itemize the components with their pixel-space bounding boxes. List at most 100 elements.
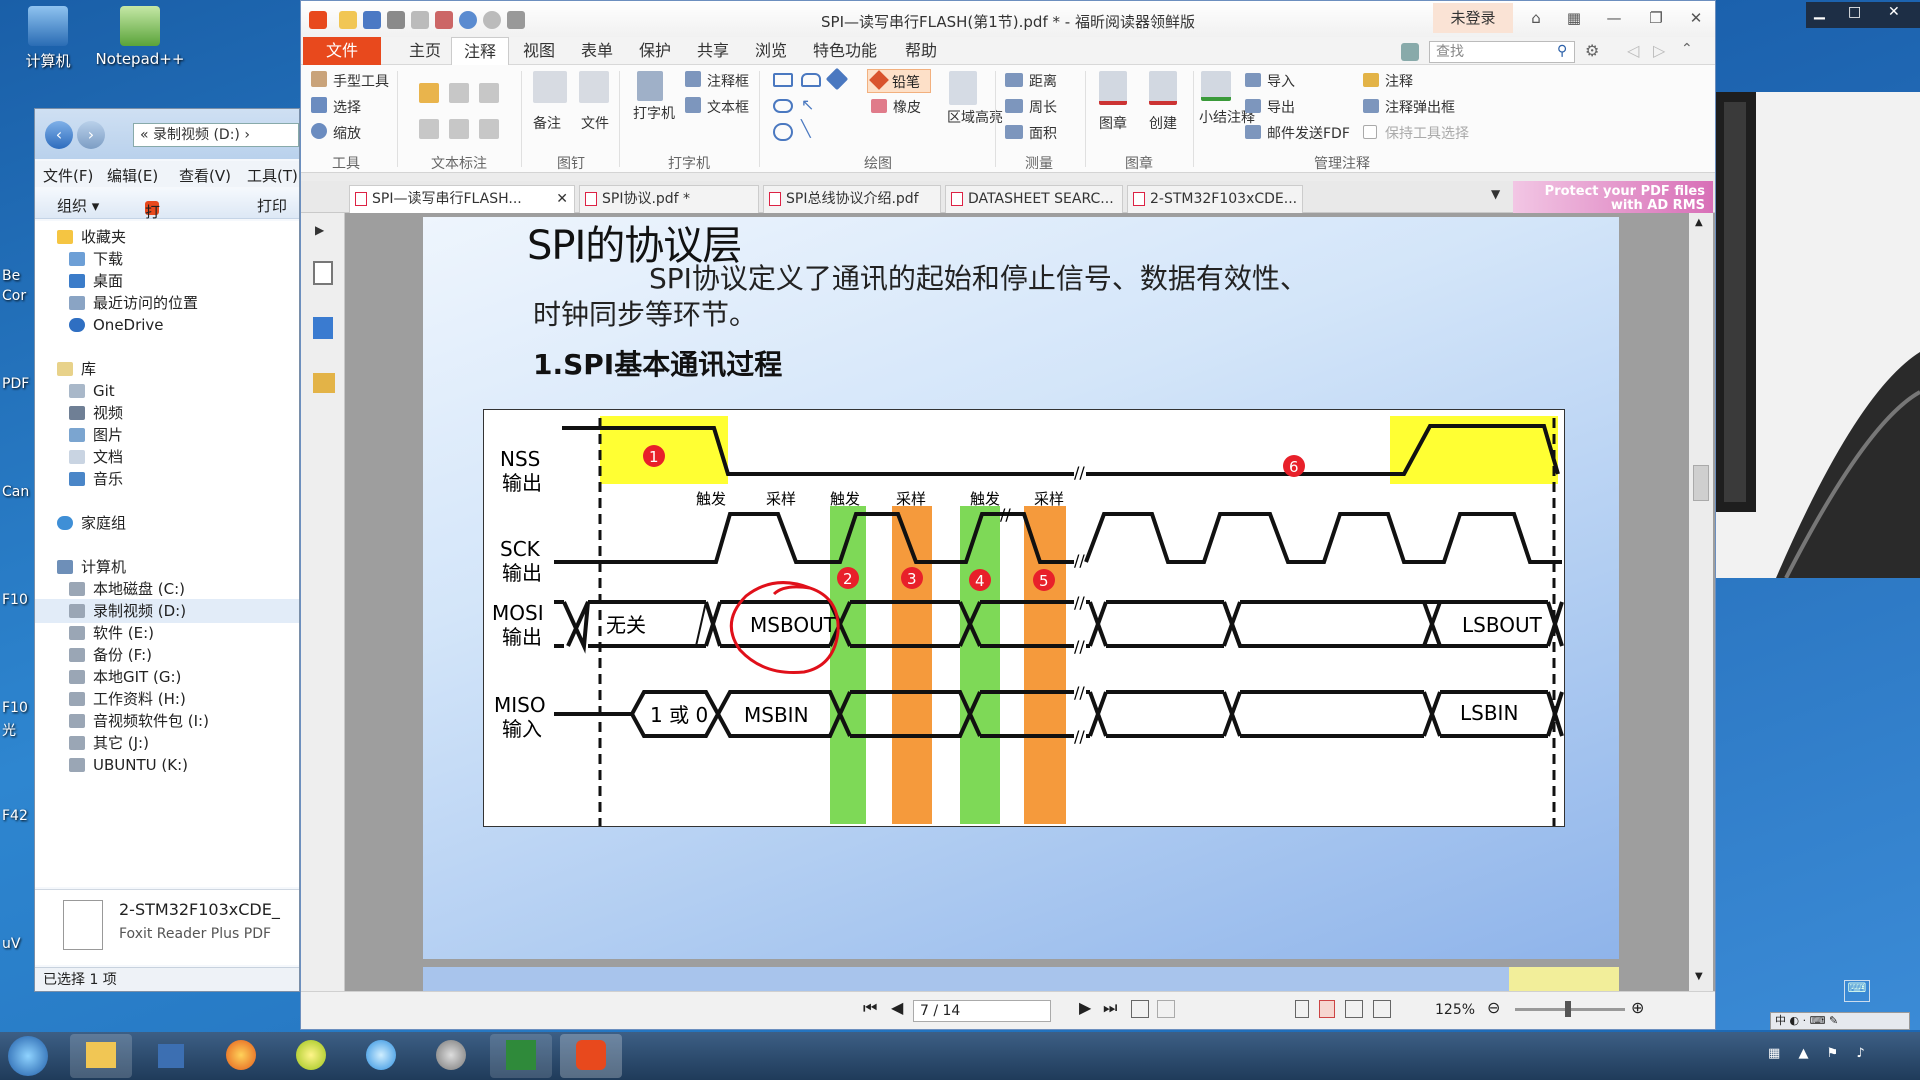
tree-item-drive-e[interactable]: 软件 (E:) [35,621,299,645]
address-bar[interactable]: « 录制视频 (D:) › [133,123,299,147]
keep-tool-checkbox[interactable] [1363,125,1377,139]
replace-text-icon[interactable] [449,119,469,139]
taskbar-app-blue[interactable] [350,1034,412,1078]
menu-edit[interactable]: 编辑(E) [107,165,158,186]
zoom-out-icon[interactable]: ⊖ [1487,998,1500,1017]
search-input[interactable]: 查找 [1429,41,1575,63]
facing-page-icon[interactable] [1345,1000,1363,1018]
tree-item-drive-f[interactable]: 备份 (F:) [35,643,299,667]
zoom-slider-thumb[interactable] [1565,1001,1571,1017]
forward-icon[interactable]: › [77,121,105,149]
single-page-icon[interactable] [1295,1000,1309,1018]
tree-item-desktop[interactable]: 桌面 [35,269,299,293]
page-number-field[interactable]: 7 / 14 [913,1000,1051,1022]
import-button[interactable]: 导入 [1267,71,1295,91]
prev-page-icon[interactable]: ◀ [891,998,903,1017]
squiggly-icon[interactable] [419,119,439,139]
first-page-icon[interactable]: ⏮ [863,998,877,1018]
tab-file[interactable]: 文件 [303,37,381,65]
taskbar-explorer[interactable] [70,1034,132,1078]
taskbar-camtasia[interactable] [490,1034,552,1078]
distance-button[interactable]: 距离 [1029,71,1057,91]
desktop-icon-computer[interactable]: 计算机 [0,6,96,71]
zoom-level[interactable]: 125% [1435,1002,1475,1018]
tree-item-drive-j[interactable]: 其它 (J:) [35,731,299,755]
tree-item-drive-i[interactable]: 音视频软件包 (I:) [35,709,299,733]
taskbar-powershell[interactable] [140,1034,202,1078]
continuous-facing-icon[interactable] [1373,1000,1391,1018]
tab-view[interactable]: 视图 [511,37,567,65]
comments-panel-icon[interactable] [313,373,335,393]
line-icon[interactable]: ╲ [801,121,817,137]
restore-icon[interactable]: ❐ [1641,7,1671,29]
zoom-in-icon[interactable]: ⊕ [1631,998,1644,1017]
tab-form[interactable]: 表单 [569,37,625,65]
minimize-icon[interactable]: — [1599,7,1629,29]
back-icon[interactable]: ‹ [45,121,73,149]
pencil-button[interactable]: 铅笔 [867,69,931,93]
tree-item-drive-k[interactable]: UBUNTU (K:) [35,753,299,777]
callout-button[interactable]: 注释框 [707,71,749,91]
search-icon[interactable]: ⚲ [1557,43,1567,59]
tab-comment[interactable]: 注释 [451,37,510,65]
close-icon[interactable]: ✕ [1681,7,1711,29]
bookmark-panel-icon[interactable] [313,261,333,285]
desktop-icon-notepadpp[interactable]: Notepad++ [92,6,188,68]
doc-tab-stm32[interactable]: 2-STM32F103xCDE... [1127,185,1303,213]
oval-icon[interactable] [773,99,793,113]
tab-browse[interactable]: 浏览 [743,37,799,65]
polygon-icon[interactable] [801,73,821,87]
search-tool-icon[interactable] [1401,43,1419,61]
print-button[interactable]: 打印 [257,195,287,216]
rectangle-icon[interactable] [773,73,793,87]
vertical-scrollbar[interactable]: ▲ ▼ [1689,213,1713,991]
doc-tab-datasheet[interactable]: DATASHEET SEARC... [945,185,1123,213]
flag-icon[interactable]: ⚑ [1827,1046,1839,1061]
tree-item-drive-h[interactable]: 工作资料 (H:) [35,687,299,711]
tree-item-music[interactable]: 音乐 [35,467,299,491]
protect-pdf-banner[interactable]: Protect your PDF files with AD RMS [1513,181,1713,217]
tree-item-onedrive[interactable]: OneDrive [35,313,299,337]
textbox-button[interactable]: 文本框 [707,97,749,117]
next-view-icon[interactable] [1157,1000,1175,1018]
keyboard-icon[interactable]: ⌨ [1844,980,1870,1002]
menu-file[interactable]: 文件(F) [43,165,93,186]
collapse-ribbon-icon[interactable]: ⌃ [1681,41,1693,57]
zoom-tool-button[interactable]: 缩放 [333,123,361,143]
maximize-icon[interactable]: □ [1848,4,1861,20]
taskbar-firefox[interactable] [210,1034,272,1078]
tab-help[interactable]: 帮助 [893,37,949,65]
stamp-button[interactable]: 图章 [1099,113,1127,133]
eraser-button[interactable]: 橡皮 [893,97,921,117]
tab-protect[interactable]: 保护 [627,37,683,65]
create-stamp-button[interactable]: 创建 [1149,113,1177,133]
next-page-icon[interactable]: ▶ [1079,998,1091,1017]
volume-icon[interactable]: ♪ [1856,1046,1864,1061]
popup-notes-dropdown[interactable]: 注释弹出框 [1385,97,1455,117]
tree-item-drive-c[interactable]: 本地磁盘 (C:) [35,577,299,601]
scroll-up-icon[interactable]: ▲ [1695,217,1703,228]
tree-item-libraries[interactable]: 库 [35,357,299,381]
expand-pane-icon[interactable]: ▶ [315,223,324,237]
tab-home[interactable]: 主页 [397,37,453,65]
menu-view[interactable]: 查看(V) [179,165,231,186]
prev-view-icon[interactable] [1131,1000,1149,1018]
highlight-text-icon[interactable] [419,83,439,103]
start-button-icon[interactable] [8,1036,48,1076]
last-page-icon[interactable]: ⏭ [1103,998,1117,1018]
doc-tab-spi-bus[interactable]: SPI总线协议介绍.pdf [763,185,941,213]
taskbar-foxit[interactable] [560,1034,622,1078]
tree-item-git[interactable]: Git [35,379,299,403]
tab-list-icon[interactable]: ▼ [1491,187,1500,201]
export-button[interactable]: 导出 [1267,97,1295,117]
pencil-draw-icon[interactable] [825,67,849,91]
prev-icon[interactable]: ◁ [1627,41,1639,60]
summarize-comments-button[interactable]: 小结注释 [1199,109,1255,127]
tree-item-favorites[interactable]: 收藏夹 [35,225,299,249]
skin-icon[interactable]: ⌂ [1521,7,1551,29]
menu-tools[interactable]: 工具(T) [247,165,298,186]
tree-item-downloads[interactable]: 下载 [35,247,299,271]
tray-arrow-icon[interactable]: ▲ [1798,1046,1808,1061]
tree-item-pictures[interactable]: 图片 [35,423,299,447]
typewriter-button[interactable]: 打字机 [633,105,675,123]
